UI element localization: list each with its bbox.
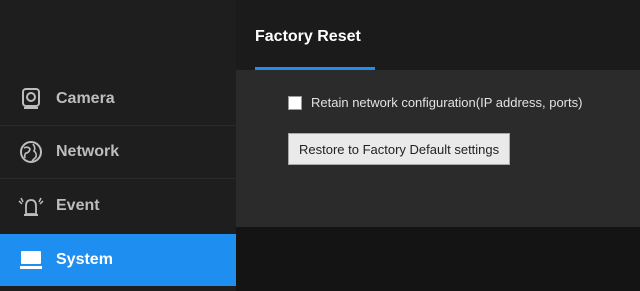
sidebar-item-label: Network — [56, 143, 120, 160]
alarm-icon — [18, 193, 44, 219]
camera-icon — [18, 86, 44, 112]
tab-factory-reset[interactable]: Factory Reset — [255, 28, 361, 46]
retain-network-checkbox[interactable] — [288, 95, 302, 110]
sidebar-item-camera[interactable]: Camera — [0, 73, 236, 125]
restore-factory-default-button[interactable]: Restore to Factory Default settings — [288, 133, 511, 165]
sidebar-item-label: Event — [56, 197, 100, 214]
sidebar-item-label: System — [56, 251, 113, 268]
factory-reset-panel: Retain network configuration(IP address,… — [236, 70, 640, 227]
sidebar-item-system[interactable]: System — [0, 234, 248, 286]
retain-network-label: Retain network configuration(IP address,… — [311, 95, 583, 110]
monitor-icon — [18, 247, 44, 273]
main-content: Factory Reset Retain network configurati… — [236, 0, 640, 291]
divider — [0, 178, 236, 179]
tab-bar: Factory Reset — [236, 0, 640, 70]
sidebar: Camera Network Event System — [0, 0, 248, 291]
content-footer-area — [236, 227, 640, 291]
sidebar-item-event[interactable]: Event — [0, 180, 236, 232]
sidebar-item-label: Camera — [56, 90, 115, 107]
globe-icon — [18, 139, 44, 165]
retain-network-option[interactable]: Retain network configuration(IP address,… — [288, 95, 582, 110]
sidebar-item-network[interactable]: Network — [0, 126, 236, 178]
